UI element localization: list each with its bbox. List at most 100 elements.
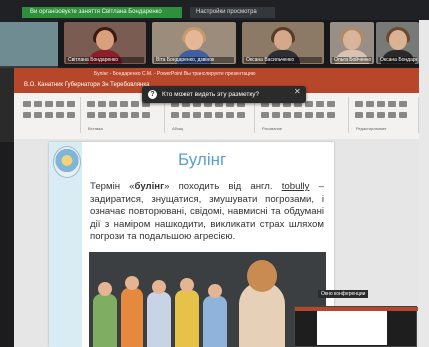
participant-tile[interactable]: Віта Бондаренко, дзвінок [152, 22, 236, 64]
ribbon-tool-icon[interactable] [109, 101, 117, 107]
info-icon: ? [148, 90, 157, 99]
photo-child-4 [175, 290, 199, 347]
ribbon-tool-icon[interactable] [109, 112, 117, 118]
participant-face [96, 30, 114, 50]
ribbon-tool-icon[interactable] [182, 112, 190, 118]
ribbon-group-label: Вставка [88, 126, 103, 131]
ribbon-group-label: Редактирование [356, 126, 387, 131]
participant-tile[interactable]: Ольга Бойченко [330, 22, 374, 64]
ribbon-tool-icon[interactable] [23, 112, 31, 118]
school-seal-logo [53, 146, 81, 178]
ribbon-tool-icon[interactable] [355, 101, 363, 107]
participant-tile[interactable]: Оксана Васильченко [242, 22, 324, 64]
ribbon-tool-icon[interactable] [226, 112, 234, 118]
conference-window-label: Окно конференции [318, 290, 369, 298]
ribbon-group [20, 97, 81, 133]
ribbon-tool-icon[interactable] [305, 112, 313, 118]
ribbon-tool-icon[interactable] [131, 112, 139, 118]
view-settings-button[interactable]: Настройки просмотра [190, 7, 275, 18]
ribbon-tool-icon[interactable] [305, 101, 313, 107]
ribbon-tool-icon[interactable] [366, 112, 374, 118]
ribbon-tool-icon[interactable] [34, 112, 42, 118]
body-text-mid: » походить від англ. [164, 181, 282, 192]
ribbon-tool-icon[interactable] [56, 112, 64, 118]
photo-child-4-head [180, 278, 194, 292]
ribbon-tool-icon[interactable] [355, 112, 363, 118]
photo-child-3-head [152, 280, 166, 294]
ribbon-tool-icon[interactable] [388, 112, 396, 118]
ribbon-group: Редактирование [352, 97, 419, 133]
participant-name: Світлана Бондаренко [66, 57, 144, 63]
photo-child-5-head [208, 284, 222, 298]
ribbon-tool-icon[interactable] [399, 112, 407, 118]
ribbon-tool-icon[interactable] [272, 112, 280, 118]
ribbon-tool-icon[interactable] [142, 112, 150, 118]
ribbon-tool-icon[interactable] [23, 101, 31, 107]
ribbon-tool-icon[interactable] [98, 101, 106, 107]
ribbon-tool-icon[interactable] [193, 112, 201, 118]
participant-tile[interactable]: Світлана Бондаренко [64, 22, 146, 64]
body-term: булінг [134, 181, 165, 192]
slide-body-text: Термін «булінг» походить від англ. tobul… [90, 181, 324, 244]
photo-crying-child-head [247, 260, 277, 292]
participant-name: Оксана Бондаренко [378, 57, 417, 63]
participant-name: Ольга Бойченко [332, 57, 372, 63]
ribbon-tool-icon[interactable] [283, 112, 291, 118]
participant-face [343, 30, 361, 50]
participant-face [274, 30, 292, 50]
ribbon-tool-icon[interactable] [215, 112, 223, 118]
mini-slide-preview [317, 311, 387, 345]
ribbon-tool-icon[interactable] [327, 112, 335, 118]
ribbon-tool-icon[interactable] [316, 101, 324, 107]
ribbon-tool-icon[interactable] [204, 112, 212, 118]
body-text-pre: Термін « [90, 181, 135, 192]
ribbon-tool-icon[interactable] [67, 112, 75, 118]
ribbon-tool-icon[interactable] [377, 112, 385, 118]
ribbon-tool-icon[interactable] [98, 112, 106, 118]
ribbon-tool-icon[interactable] [45, 112, 53, 118]
participant-face [388, 30, 407, 50]
ribbon-tool-icon[interactable] [131, 101, 139, 107]
ppt-title-bar: Булінг - Бондаренко С.М. - PowerPoint Вы… [14, 68, 429, 80]
ribbon-tool-icon[interactable] [120, 101, 128, 107]
ribbon-tool-icon[interactable] [377, 101, 385, 107]
photo-child-1 [93, 294, 117, 347]
participant-face [185, 30, 203, 50]
ribbon-tool-icon[interactable] [294, 112, 302, 118]
ribbon-tool-icon[interactable] [45, 101, 53, 107]
ribbon-tool-icon[interactable] [261, 112, 269, 118]
ribbon-tool-icon[interactable] [56, 101, 64, 107]
conference-mini-window[interactable] [294, 306, 418, 347]
ribbon-tool-icon[interactable] [67, 101, 75, 107]
ribbon-group-label: Рисование [262, 126, 283, 131]
ribbon-tool-icon[interactable] [120, 112, 128, 118]
ribbon-tool-icon[interactable] [366, 101, 374, 107]
ribbon-tool-icon[interactable] [171, 112, 179, 118]
photo-child-3 [147, 292, 171, 347]
ribbon-group-label: Абзац [172, 126, 184, 131]
organizer-banner[interactable]: Ви організовуєте заняття Світлана Бондар… [22, 7, 182, 18]
photo-child-2 [121, 288, 143, 347]
body-link: tobully [281, 181, 310, 192]
ribbon-tool-icon[interactable] [399, 101, 407, 107]
right-side-pane [419, 20, 429, 347]
photo-child-2-head [125, 276, 139, 290]
ppt-file-tab[interactable]: В.О. Канатник Губернатори Зн Теребовлянк… [24, 82, 149, 88]
bullying-photo [89, 252, 326, 347]
participant-name: Віта Бондаренко, дзвінок [154, 57, 234, 63]
markup-visibility-tooltip[interactable]: Кто может видеть эту разметку? [142, 86, 306, 103]
ribbon-tool-icon[interactable] [87, 112, 95, 118]
slide-title: Булінг [178, 150, 227, 169]
participant-name: Оксана Васильченко [244, 57, 322, 63]
photo-child-5 [203, 296, 227, 347]
ribbon-tool-icon[interactable] [388, 101, 396, 107]
ribbon-tool-icon[interactable] [87, 101, 95, 107]
ribbon-tool-icon[interactable] [327, 101, 335, 107]
ribbon-tool-icon[interactable] [34, 101, 42, 107]
ribbon-tool-icon[interactable] [237, 112, 245, 118]
photo-child-1-head [98, 282, 112, 296]
close-icon[interactable]: ✕ [294, 87, 301, 96]
self-video-thumbnail [0, 22, 58, 66]
participant-tile[interactable]: Оксана Бондаренко [376, 22, 419, 64]
ribbon-tool-icon[interactable] [316, 112, 324, 118]
